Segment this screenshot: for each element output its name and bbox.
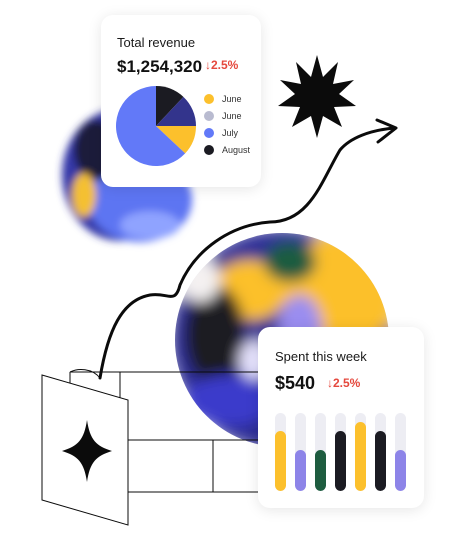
spent-card: Spent this week $540 ↓2.5% <box>258 327 424 508</box>
spent-title: Spent this week <box>275 349 367 364</box>
revenue-legend: June June July August <box>204 93 259 163</box>
spent-amount: $540 <box>275 373 316 393</box>
spent-delta: ↓2.5% <box>327 376 360 390</box>
bar-track <box>335 413 346 491</box>
spent-bar-chart <box>275 413 410 491</box>
bar-track <box>375 413 386 491</box>
legend-dot-icon <box>204 111 214 121</box>
legend-label: August <box>222 145 251 155</box>
bar-fill <box>335 431 346 491</box>
legend-dot-icon <box>204 128 214 138</box>
bar-fill <box>315 450 326 491</box>
bar-fill <box>355 422 366 491</box>
legend-label: July <box>222 128 239 138</box>
revenue-pie-chart <box>116 86 196 166</box>
bar-fill <box>375 431 386 491</box>
spent-delta-value: 2.5% <box>333 376 361 390</box>
revenue-card: Total revenue $1,254,320 ↓2.5% June June J… <box>101 15 261 187</box>
bar-track <box>315 413 326 491</box>
bar-track <box>395 413 406 491</box>
legend-label: June <box>222 111 242 121</box>
legend-label: June <box>222 94 242 104</box>
bar-fill <box>395 450 406 491</box>
bar-track <box>275 413 286 491</box>
legend-dot-icon <box>204 94 214 104</box>
bar-track <box>355 413 366 491</box>
revenue-delta-value: 2.5% <box>211 58 239 72</box>
revenue-delta: ↓2.5% <box>205 58 238 72</box>
revenue-title: Total revenue <box>117 35 196 50</box>
starburst-icon <box>278 55 356 138</box>
revenue-amount: $1,254,320 <box>117 57 203 76</box>
bar-track <box>295 413 306 491</box>
bar-fill <box>295 450 306 491</box>
legend-dot-icon <box>204 145 214 155</box>
bar-fill <box>275 431 286 491</box>
